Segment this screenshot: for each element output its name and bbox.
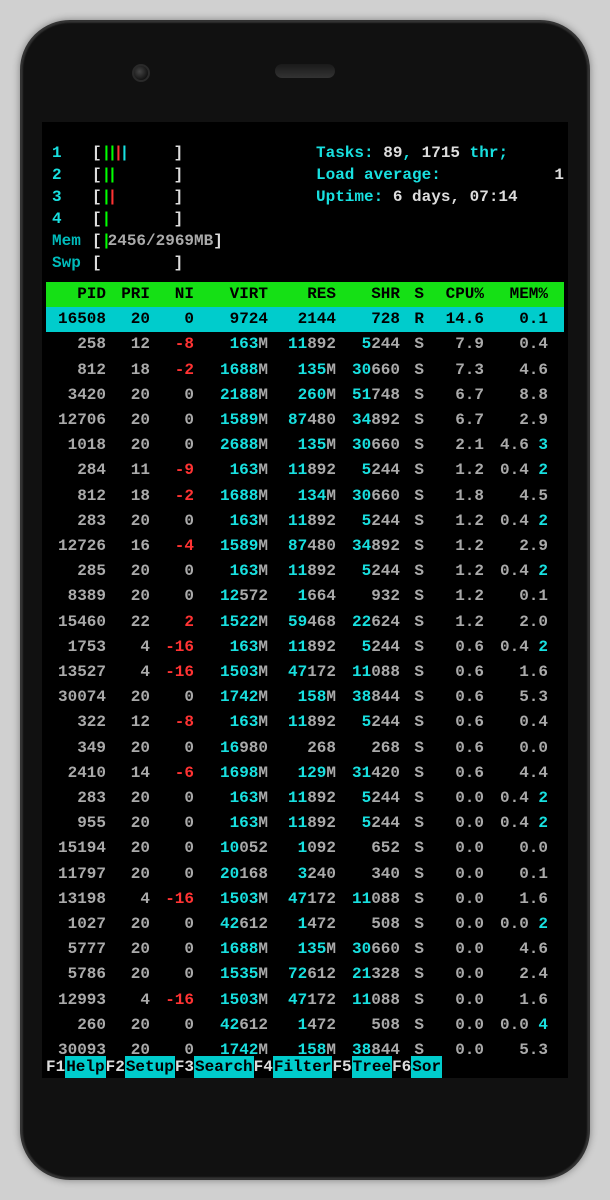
tasks-line: Tasks: 89, 1715 thr; bbox=[316, 142, 564, 164]
table-row[interactable]: 241014-61698M129M31420S0.64.4 bbox=[46, 761, 564, 786]
cpu-meter-4: 4[| ] bbox=[46, 208, 306, 230]
table-row[interactable]: 81218-21688M135M30660S7.34.6 bbox=[46, 358, 564, 383]
table-row[interactable]: 28411-9163M118925244S1.20.4 2 bbox=[46, 458, 564, 483]
table-row[interactable]: 17534-16163M118925244S0.60.4 2 bbox=[46, 635, 564, 660]
speaker-slot bbox=[275, 64, 335, 78]
table-row[interactable]: 154602221522M5946822624S1.22.0 bbox=[46, 610, 564, 635]
cpu-meter-1: 1[|||| ] bbox=[46, 142, 306, 164]
column-header[interactable]: CPU% bbox=[428, 282, 488, 307]
table-row[interactable]: 129934-161503M4717211088S0.01.6 bbox=[46, 988, 564, 1013]
table-header: PIDPRINIVIRTRESSHRSCPU%MEM% bbox=[46, 282, 564, 307]
table-row[interactable]: 15194200100521092652S0.00.0 bbox=[46, 836, 564, 861]
cpu-meter-3: 3[|| ] bbox=[46, 186, 306, 208]
cpu-meters: 1[|||| ]2[|| ]3[|| ]4[| ]Mem[|2456/2969M… bbox=[46, 142, 306, 274]
table-row[interactable]: 955200163M118925244S0.00.4 2 bbox=[46, 811, 564, 836]
fkey-f3[interactable]: F3Search bbox=[175, 1056, 254, 1078]
table-row[interactable]: 8389200125721664932S1.20.1 bbox=[46, 584, 564, 609]
table-row[interactable]: 57862001535M7261221328S0.02.4 bbox=[46, 962, 564, 987]
mem-meter: Mem[|2456/2969MB] bbox=[46, 230, 306, 252]
swap-meter: Swp[ ] bbox=[46, 252, 306, 274]
table-row[interactable]: 260200426121472508S0.00.0 4 bbox=[46, 1013, 564, 1038]
fkey-f4[interactable]: F4Filter bbox=[254, 1056, 333, 1078]
table-row[interactable]: 32212-8163M118925244S0.60.4 bbox=[46, 710, 564, 735]
column-header[interactable]: SHR bbox=[340, 282, 404, 307]
camera-dot bbox=[132, 64, 150, 82]
table-row[interactable]: 10182002688M135M30660S2.14.6 3 bbox=[46, 433, 564, 458]
fkey-f2[interactable]: F2Setup bbox=[106, 1056, 175, 1078]
terminal-screen: 1[|||| ]2[|| ]3[|| ]4[| ]Mem[|2456/2969M… bbox=[42, 122, 568, 1078]
cpu-meter-2: 2[|| ] bbox=[46, 164, 306, 186]
table-row[interactable]: 34920016980268268S0.60.0 bbox=[46, 736, 564, 761]
table-row[interactable]: 1027200426121472508S0.00.0 2 bbox=[46, 912, 564, 937]
table-row[interactable]: 11797200201683240340S0.00.1 bbox=[46, 862, 564, 887]
function-keys: F1Help F2Setup F3SearchF4FilterF5Tree F6… bbox=[46, 1056, 564, 1078]
process-table[interactable]: PIDPRINIVIRTRESSHRSCPU%MEM% 165082009724… bbox=[46, 282, 564, 1063]
table-row[interactable]: 127062001589M8748034892S6.72.9 bbox=[46, 408, 564, 433]
column-header[interactable]: NI bbox=[154, 282, 198, 307]
fkey-f5[interactable]: F5Tree bbox=[332, 1056, 392, 1078]
system-stats: Tasks: 89, 1715 thr; Load average:1 Upti… bbox=[306, 142, 564, 274]
table-row[interactable]: 285200163M118925244S1.20.4 2 bbox=[46, 559, 564, 584]
table-row[interactable]: 283200163M118925244S0.00.4 2 bbox=[46, 786, 564, 811]
table-row[interactable]: 135274-161503M4717211088S0.61.6 bbox=[46, 660, 564, 685]
column-header[interactable]: MEM% bbox=[488, 282, 552, 307]
column-header[interactable]: PRI bbox=[110, 282, 154, 307]
table-row[interactable]: 81218-21688M134M30660S1.84.5 bbox=[46, 484, 564, 509]
column-header[interactable]: S bbox=[404, 282, 428, 307]
table-row[interactable]: 283200163M118925244S1.20.4 2 bbox=[46, 509, 564, 534]
table-row[interactable]: 300742001742M158M38844S0.65.3 bbox=[46, 685, 564, 710]
phone-frame: 1[|||| ]2[|| ]3[|| ]4[| ]Mem[|2456/2969M… bbox=[20, 20, 590, 1180]
uptime-line: Uptime: 6 days, 07:14 bbox=[316, 186, 564, 208]
table-row[interactable]: 25812-8163M118925244S7.90.4 bbox=[46, 332, 564, 357]
fkey-f1[interactable]: F1Help bbox=[46, 1056, 106, 1078]
table-row[interactable]: 131984-161503M4717211088S0.01.6 bbox=[46, 887, 564, 912]
column-header[interactable]: RES bbox=[272, 282, 340, 307]
load-line: Load average:1 bbox=[316, 164, 564, 186]
column-header[interactable]: VIRT bbox=[198, 282, 272, 307]
column-header[interactable]: PID bbox=[46, 282, 110, 307]
table-row[interactable]: 1650820097242144728R14.60.1 bbox=[46, 307, 564, 332]
table-row[interactable]: 57772001688M135M30660S0.04.6 bbox=[46, 937, 564, 962]
table-row[interactable]: 34202002188M260M51748S6.78.8 bbox=[46, 383, 564, 408]
table-row[interactable]: 1272616-41589M8748034892S1.22.9 bbox=[46, 534, 564, 559]
fkey-f6[interactable]: F6Sor bbox=[392, 1056, 442, 1078]
